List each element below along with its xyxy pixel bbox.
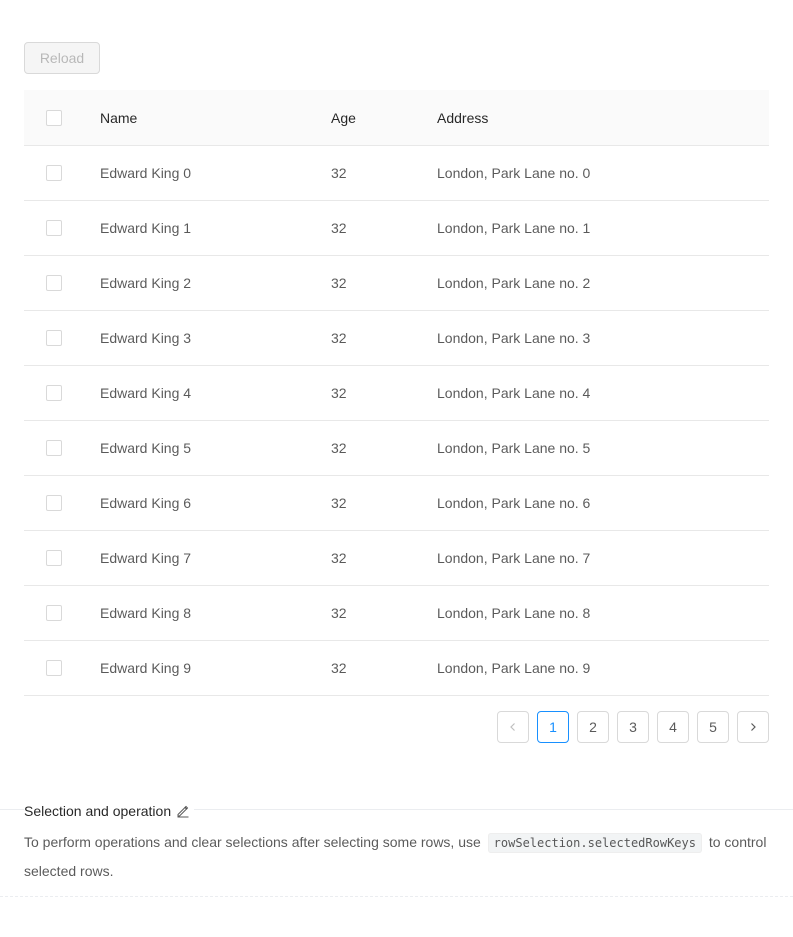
cell-age: 32	[331, 495, 347, 511]
cell-name: Edward King 8	[100, 605, 192, 621]
cell-age: 32	[331, 275, 347, 291]
cell-name: Edward King 6	[100, 495, 192, 511]
cell-age: 32	[331, 165, 347, 181]
cell-age: 32	[331, 660, 347, 676]
cell-age: 32	[331, 440, 347, 456]
cell-address: London, Park Lane no. 4	[437, 385, 591, 401]
section-heading: Selection and operation	[24, 802, 195, 820]
row-checkbox[interactable]	[46, 275, 62, 291]
select-all-checkbox[interactable]	[46, 109, 62, 126]
cell-age: 32	[331, 220, 347, 236]
reload-button[interactable]: Reload	[24, 42, 100, 74]
cell-address: London, Park Lane no. 6	[437, 495, 591, 511]
pagination-page-1[interactable]: 1	[537, 711, 569, 743]
cell-name: Edward King 7	[100, 550, 192, 566]
chevron-left-icon	[508, 722, 518, 732]
data-table: Name Age Address Edward King 0 32 London, …	[24, 90, 769, 696]
pagination-page-2[interactable]: 2	[577, 711, 609, 743]
row-checkbox[interactable]	[46, 220, 62, 236]
table-header: Name Age Address	[24, 90, 769, 146]
row-checkbox[interactable]	[46, 330, 62, 346]
pagination-prev-button[interactable]	[497, 711, 529, 743]
pagination-page-5[interactable]: 5	[697, 711, 729, 743]
column-header-name[interactable]: Name	[100, 90, 137, 145]
chevron-right-icon	[748, 722, 758, 732]
column-header-address[interactable]: Address	[437, 90, 488, 145]
cell-address: London, Park Lane no. 2	[437, 275, 591, 291]
cell-name: Edward King 9	[100, 660, 192, 676]
cell-name: Edward King 5	[100, 440, 192, 456]
edit-icon[interactable]	[176, 804, 190, 818]
pagination-next-button[interactable]	[737, 711, 769, 743]
row-checkbox[interactable]	[46, 550, 62, 566]
table-row[interactable]: Edward King 0 32 London, Park Lane no. 0	[24, 146, 769, 201]
cell-age: 32	[331, 605, 347, 621]
cell-age: 32	[331, 385, 347, 401]
cell-address: London, Park Lane no. 1	[437, 220, 591, 236]
cell-age: 32	[331, 550, 347, 566]
table-row[interactable]: Edward King 8 32 London, Park Lane no. 8	[24, 586, 769, 641]
table-row[interactable]: Edward King 3 32 London, Park Lane no. 3	[24, 311, 769, 366]
cell-address: London, Park Lane no. 5	[437, 440, 591, 456]
cell-age: 32	[331, 330, 347, 346]
cell-address: London, Park Lane no. 3	[437, 330, 591, 346]
pagination: 12345	[497, 711, 769, 743]
cell-name: Edward King 4	[100, 385, 192, 401]
table-row[interactable]: Edward King 1 32 London, Park Lane no. 1	[24, 201, 769, 256]
pagination-page-3[interactable]: 3	[617, 711, 649, 743]
cell-address: London, Park Lane no. 8	[437, 605, 591, 621]
bottom-divider	[0, 896, 793, 897]
cell-name: Edward King 0	[100, 165, 192, 181]
description-text: To perform operations and clear selectio…	[24, 834, 481, 850]
row-checkbox[interactable]	[46, 605, 62, 621]
cell-address: London, Park Lane no. 0	[437, 165, 591, 181]
pagination-pages: 12345	[537, 711, 729, 743]
section-description: To perform operations and clear selectio…	[24, 828, 769, 885]
column-header-age[interactable]: Age	[331, 90, 356, 145]
table-body: Edward King 0 32 London, Park Lane no. 0 Ed…	[24, 146, 769, 696]
row-checkbox[interactable]	[46, 165, 62, 181]
row-checkbox[interactable]	[46, 660, 62, 676]
table-row[interactable]: Edward King 5 32 London, Park Lane no. 5	[24, 421, 769, 476]
row-checkbox[interactable]	[46, 440, 62, 456]
table-row[interactable]: Edward King 2 32 London, Park Lane no. 2	[24, 256, 769, 311]
cell-address: London, Park Lane no. 7	[437, 550, 591, 566]
table-row[interactable]: Edward King 9 32 London, Park Lane no. 9	[24, 641, 769, 696]
cell-address: London, Park Lane no. 9	[437, 660, 591, 676]
pagination-page-4[interactable]: 4	[657, 711, 689, 743]
inline-code: rowSelection.selectedRowKeys	[487, 833, 702, 853]
table-row[interactable]: Edward King 7 32 London, Park Lane no. 7	[24, 531, 769, 586]
row-checkbox[interactable]	[46, 385, 62, 401]
cell-name: Edward King 1	[100, 220, 192, 236]
cell-name: Edward King 2	[100, 275, 192, 291]
row-checkbox[interactable]	[46, 495, 62, 511]
cell-name: Edward King 3	[100, 330, 192, 346]
section-title: Selection and operation	[24, 803, 172, 819]
table-row[interactable]: Edward King 6 32 London, Park Lane no. 6	[24, 476, 769, 531]
table-row[interactable]: Edward King 4 32 London, Park Lane no. 4	[24, 366, 769, 421]
